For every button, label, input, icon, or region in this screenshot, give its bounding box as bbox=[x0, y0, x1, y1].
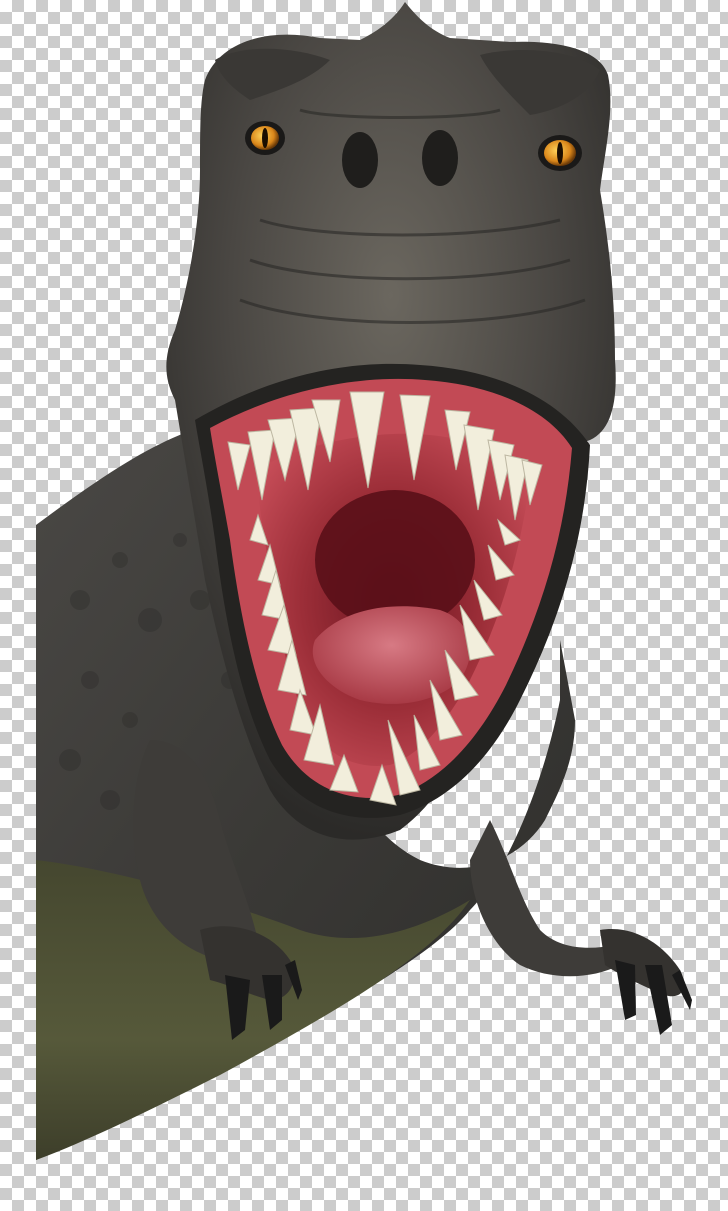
right-eye bbox=[538, 135, 582, 171]
left-eye bbox=[245, 121, 285, 155]
right-arm bbox=[470, 820, 692, 1035]
t-rex-photo bbox=[36, 2, 692, 1160]
